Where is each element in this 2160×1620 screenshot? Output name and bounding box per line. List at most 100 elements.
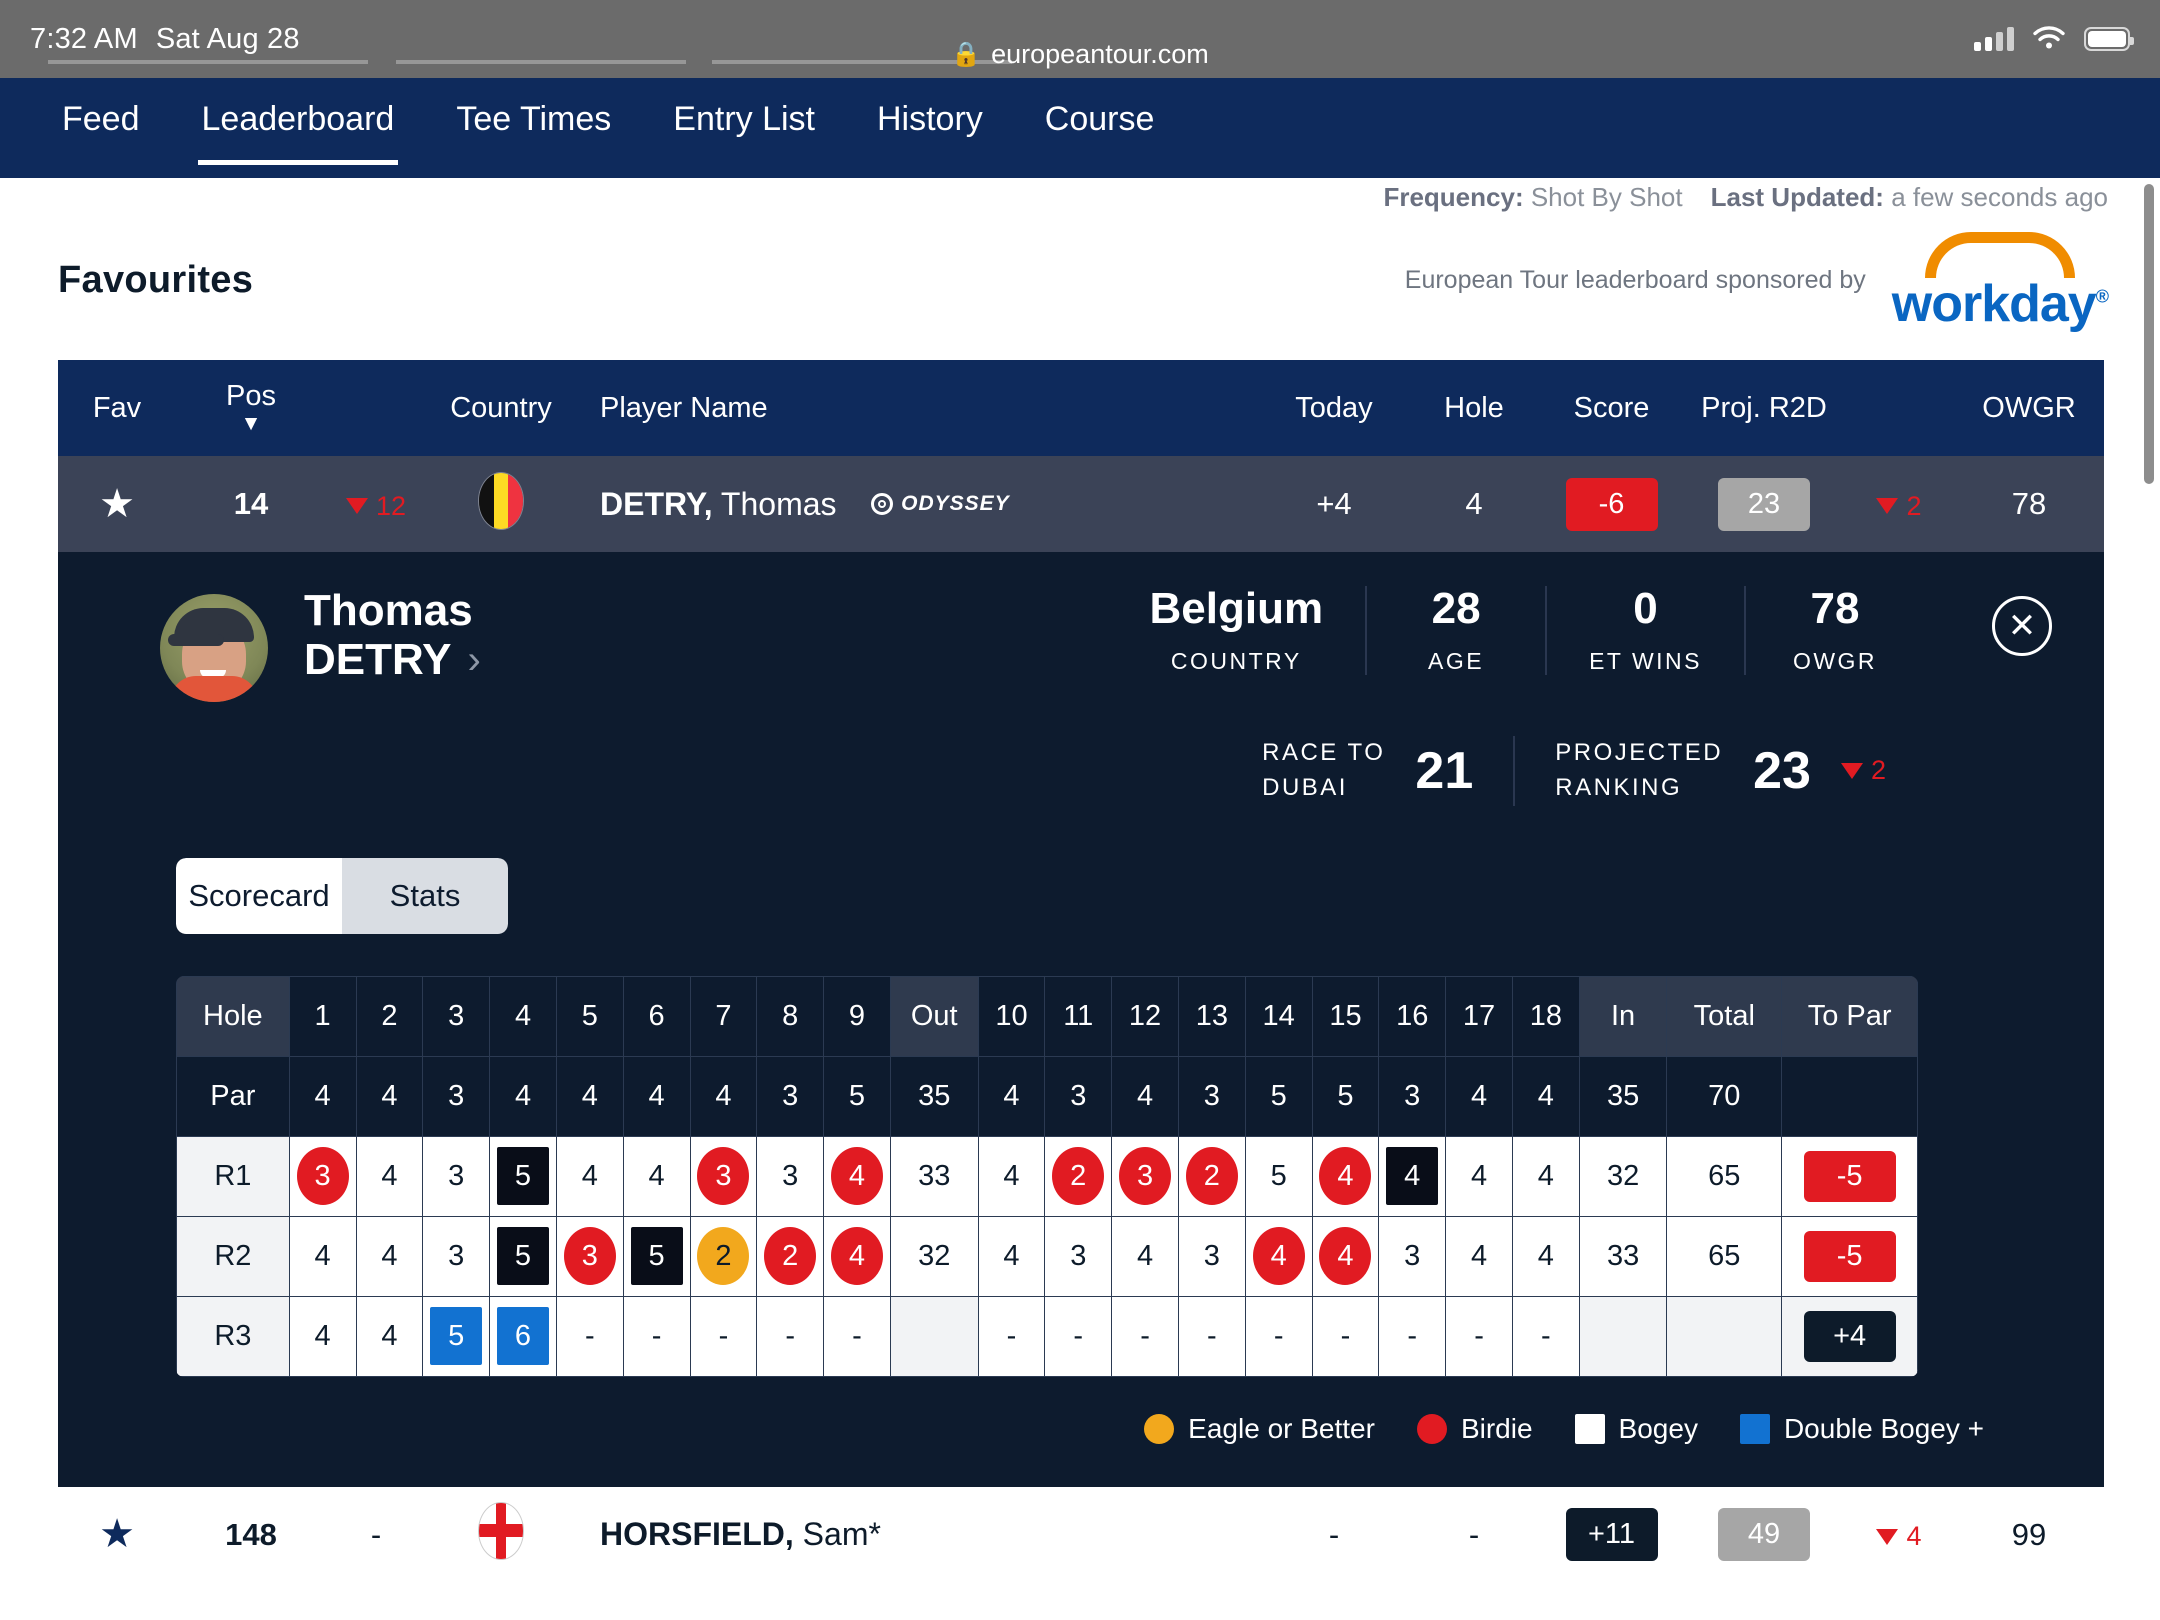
col-header-hole[interactable]: Hole bbox=[1409, 392, 1539, 425]
col-header-proj-r2d[interactable]: Proj. R2D bbox=[1684, 392, 1844, 425]
table-row[interactable]: ★ 14 12 DETRY, Thomas ODYSSEY +4 4 -6 23… bbox=[58, 456, 2104, 552]
race-to-dubai-label-1: RACE TO bbox=[1262, 739, 1386, 766]
to-par-badge: -5 bbox=[1803, 1150, 1896, 1202]
col-header-player[interactable]: Player Name bbox=[576, 392, 1259, 425]
birdie-swatch-icon bbox=[1416, 1413, 1447, 1444]
projected-ranking-move-value: 2 bbox=[1870, 755, 1886, 786]
address-bar-url: europeantour.com bbox=[991, 38, 1209, 69]
row-player-last: DETRY, bbox=[600, 485, 713, 522]
tab-scorecard[interactable]: Scorecard bbox=[176, 857, 342, 934]
sc-r1-hole-5: 4 bbox=[555, 1135, 624, 1217]
sponsor-caption: European Tour leaderboard sponsored by bbox=[1404, 266, 1866, 295]
row-player-first: Sam* bbox=[802, 1516, 881, 1553]
sc-hole-11: 11 bbox=[1044, 975, 1113, 1057]
col-header-today[interactable]: Today bbox=[1259, 392, 1409, 425]
position-move-value: 12 bbox=[375, 490, 407, 521]
sc-par-13: 3 bbox=[1177, 1055, 1246, 1137]
sc-hole-2: 2 bbox=[355, 975, 424, 1057]
birdie-marker: 4 bbox=[1319, 1227, 1372, 1286]
row-position: 148 bbox=[225, 1516, 277, 1552]
sc-round-label-r3: R3 bbox=[176, 1295, 290, 1377]
odyssey-ring-icon bbox=[871, 492, 894, 515]
col-header-score[interactable]: Score bbox=[1539, 392, 1684, 425]
sc-r2-hole-13: 3 bbox=[1177, 1215, 1246, 1297]
sc-r3-hole-2: 4 bbox=[355, 1295, 424, 1377]
page-body: Frequency: Shot By Shot Last Updated: a … bbox=[0, 178, 2160, 1620]
col-header-country[interactable]: Country bbox=[426, 392, 576, 425]
stat-country-value: Belgium bbox=[1149, 584, 1324, 633]
col-header-fav[interactable]: Fav bbox=[58, 392, 176, 425]
star-filled-icon[interactable]: ★ bbox=[99, 1512, 135, 1556]
sc-r2-hole-14: 4 bbox=[1244, 1215, 1313, 1297]
sc-r2-out: 32 bbox=[889, 1215, 979, 1297]
stat-et-wins: 0 ET WINS bbox=[1545, 585, 1744, 676]
table-row[interactable]: ★ 148 - HORSFIELD, Sam* - - +11 49 4 99 bbox=[58, 1486, 2104, 1583]
sc-par-in: 35 bbox=[1578, 1055, 1668, 1137]
sc-par-17: 4 bbox=[1445, 1055, 1513, 1137]
legend-double-bogey-label: Double Bogey + bbox=[1783, 1412, 1984, 1444]
sc-hole-7: 7 bbox=[689, 975, 758, 1057]
legend-birdie: Birdie bbox=[1416, 1413, 1533, 1445]
triangle-down-icon bbox=[1840, 762, 1863, 779]
leaderboard: Fav Pos ▼ Country Player Name Today Hole… bbox=[58, 360, 2104, 1583]
proj-move-value: 4 bbox=[1906, 1521, 1922, 1552]
tab-stats[interactable]: Stats bbox=[342, 857, 508, 934]
sc-r3-hole-12: - bbox=[1111, 1295, 1179, 1377]
sc-par-14: 5 bbox=[1244, 1055, 1313, 1137]
stat-age-value: 28 bbox=[1431, 584, 1481, 633]
sc-r1-in: 32 bbox=[1578, 1135, 1668, 1217]
lock-icon: 🔒 bbox=[951, 40, 982, 68]
nav-item-leaderboard[interactable]: Leaderboard bbox=[197, 92, 399, 165]
sc-r3-hole-3: 5 bbox=[422, 1295, 491, 1377]
col-header-owgr[interactable]: OWGR bbox=[1954, 392, 2104, 425]
nav-item-feed[interactable]: Feed bbox=[58, 92, 144, 165]
sc-r1-hole-14: 5 bbox=[1244, 1135, 1313, 1217]
birdie-marker: 2 bbox=[1052, 1147, 1105, 1206]
col-header-pos[interactable]: Pos ▼ bbox=[176, 380, 326, 435]
detail-first-name: Thomas bbox=[304, 586, 473, 635]
sc-r3-hole-18: - bbox=[1511, 1295, 1580, 1377]
sc-r1-total: 65 bbox=[1666, 1135, 1783, 1217]
close-circle-icon[interactable]: ✕ bbox=[1992, 596, 2052, 656]
to-par-badge: -5 bbox=[1803, 1230, 1896, 1282]
birdie-marker: 4 bbox=[830, 1227, 883, 1286]
sc-hole-13: 13 bbox=[1177, 975, 1246, 1057]
bogey-marker: 5 bbox=[497, 1147, 549, 1206]
detail-rankings: RACE TO DUBAI 21 PROJECTED RANKING 23 2 bbox=[58, 702, 2104, 806]
star-filled-icon[interactable]: ★ bbox=[99, 482, 135, 526]
sc-r1-hole-2: 4 bbox=[355, 1135, 424, 1217]
address-bar[interactable]: 🔒 europeantour.com bbox=[0, 30, 2160, 78]
player-detail-panel: Thomas DETRY › Belgium COUNTRY 28 AGE 0 … bbox=[58, 552, 2104, 1487]
triangle-down-icon bbox=[1876, 498, 1899, 514]
projected-ranking-label-2: RANKING bbox=[1555, 773, 1683, 801]
sc-hole-8: 8 bbox=[756, 975, 825, 1057]
sc-r1-hole-13: 2 bbox=[1177, 1135, 1246, 1217]
sc-r1-hole-17: 4 bbox=[1445, 1135, 1513, 1217]
workday-wordmark: workday bbox=[1891, 275, 2097, 333]
sc-r1-hole-4: 5 bbox=[489, 1135, 557, 1217]
sc-par-6: 4 bbox=[622, 1055, 691, 1137]
sc-r3-hole-11: - bbox=[1044, 1295, 1113, 1377]
nav-item-tee-times[interactable]: Tee Times bbox=[452, 92, 615, 165]
projected-ranking-value: 23 bbox=[1753, 741, 1811, 800]
sc-r3-hole-10: - bbox=[977, 1295, 1046, 1377]
chevron-right-icon[interactable]: › bbox=[468, 638, 481, 683]
nav-item-entry-list[interactable]: Entry List bbox=[669, 92, 819, 165]
nav-item-course[interactable]: Course bbox=[1041, 92, 1159, 165]
sc-r1-hole-15: 4 bbox=[1311, 1135, 1380, 1217]
proj-move-value: 2 bbox=[1906, 490, 1922, 521]
sc-r3-total bbox=[1666, 1295, 1783, 1377]
sc-round-label-r2: R2 bbox=[176, 1215, 290, 1297]
bogey-marker: 5 bbox=[630, 1227, 683, 1286]
to-par-badge: +4 bbox=[1803, 1310, 1896, 1362]
nav-item-history[interactable]: History bbox=[873, 92, 987, 165]
workday-arc-icon bbox=[1924, 232, 2075, 278]
leaderboard-header-row: Fav Pos ▼ Country Player Name Today Hole… bbox=[58, 360, 2104, 456]
player-name-block[interactable]: Thomas DETRY › bbox=[304, 586, 481, 685]
vertical-scrollbar[interactable] bbox=[2144, 184, 2154, 484]
row-owgr: 78 bbox=[2011, 486, 2047, 521]
sc-hole-18: 18 bbox=[1511, 975, 1580, 1057]
sc-r3-hole-13: - bbox=[1177, 1295, 1246, 1377]
sc-r3-hole-9: - bbox=[823, 1295, 891, 1377]
sc-r3-hole-15: - bbox=[1311, 1295, 1380, 1377]
